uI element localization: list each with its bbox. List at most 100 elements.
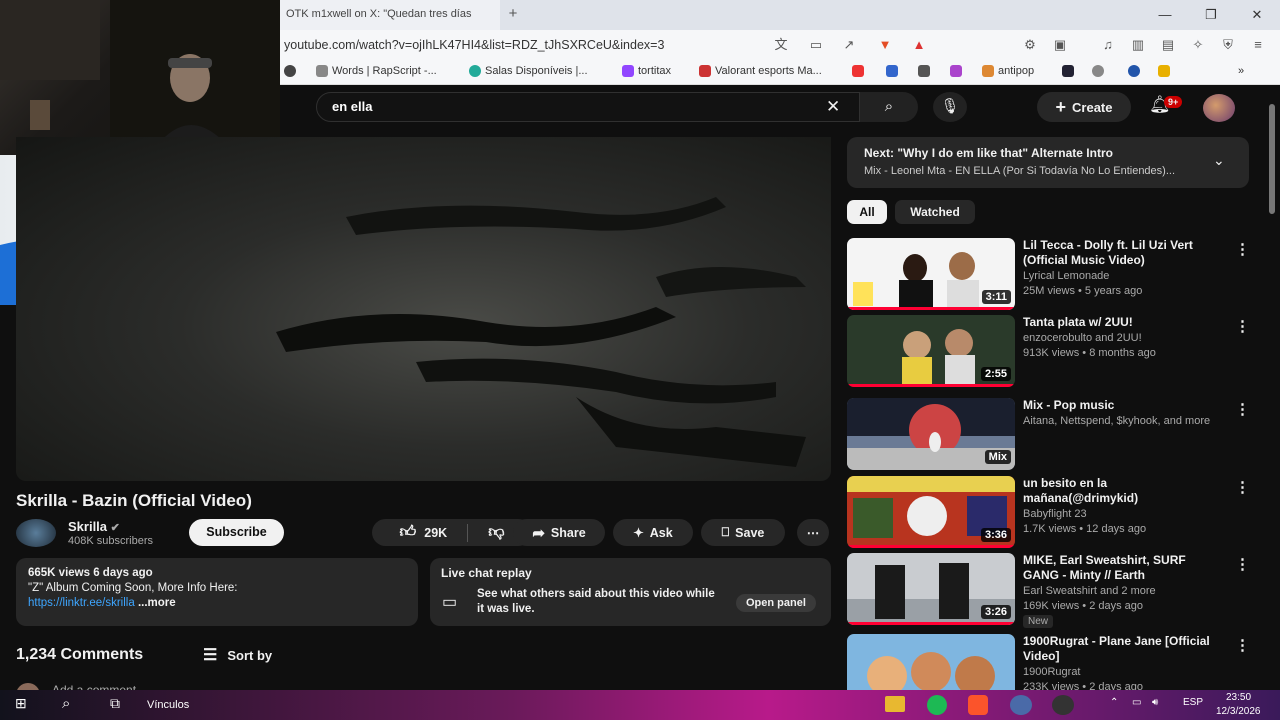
- recommendation-item[interactable]: 3:11 Lil Tecca - Dolly ft. Lil Uzi Vert …: [847, 238, 1267, 310]
- bookmark-icon-8[interactable]: [1158, 65, 1170, 77]
- browser-tab[interactable]: OTK m1xwell on X: "Quedan tres días: [280, 0, 500, 30]
- search-icon[interactable]: ⌕: [860, 92, 918, 122]
- media-icon[interactable]: ♫: [1100, 37, 1116, 53]
- more-options-icon[interactable]: ⋮: [1235, 240, 1250, 258]
- video-thumbnail[interactable]: 3:26: [847, 553, 1015, 625]
- network-icon[interactable]: ▭: [1132, 697, 1141, 708]
- sort-by-button[interactable]: ☰ Sort by: [203, 645, 272, 665]
- file-explorer-icon[interactable]: [885, 696, 905, 712]
- share-button[interactable]: ➦ Share: [513, 519, 605, 546]
- bookmark-tortitax[interactable]: tortitax: [622, 65, 671, 77]
- video-thumbnail[interactable]: 3:36: [847, 476, 1015, 548]
- create-button[interactable]: + Create: [1037, 92, 1131, 122]
- bookmark-icon-3[interactable]: [918, 65, 930, 77]
- share-page-icon[interactable]: ↗: [841, 37, 857, 53]
- cast-icon[interactable]: ▭: [808, 37, 824, 53]
- app-icon-1[interactable]: [1010, 695, 1032, 715]
- bookmark-valorant[interactable]: Valorant esports Ma...: [699, 65, 822, 77]
- rec-title[interactable]: Tanta plata w/ 2UU!: [1023, 315, 1223, 330]
- translate-icon[interactable]: 文: [773, 37, 789, 53]
- rec-channel[interactable]: Aitana, Nettspend, $kyhook, and more: [1023, 415, 1210, 427]
- search-input-box[interactable]: [316, 92, 860, 122]
- more-link[interactable]: ...more: [138, 597, 176, 609]
- bookmark-antipop[interactable]: antipop: [982, 65, 1034, 77]
- more-actions-icon[interactable]: ⋯: [797, 519, 829, 546]
- search-taskbar-icon[interactable]: ⌕: [62, 695, 70, 712]
- extensions-icon[interactable]: ⚙: [1022, 37, 1038, 53]
- up-next-panel[interactable]: Next: "Why I do em like that" Alternate …: [847, 137, 1249, 188]
- close-window-icon[interactable]: ✕: [1248, 6, 1266, 24]
- minimize-icon[interactable]: —: [1156, 6, 1174, 24]
- screenshot-icon[interactable]: ▣: [1052, 37, 1068, 53]
- bookmark-rapscript[interactable]: Words | RapScript -...: [316, 65, 437, 77]
- bookmark-icon-5[interactable]: [1062, 65, 1074, 77]
- bookmark-icon-4[interactable]: [950, 65, 962, 77]
- more-bookmarks-icon[interactable]: »: [1238, 65, 1244, 77]
- brave-rewards-icon[interactable]: ▲: [911, 37, 927, 53]
- mic-icon[interactable]: 🎙︎: [933, 92, 967, 122]
- search-input[interactable]: en ella: [332, 99, 372, 114]
- subscribe-button[interactable]: Subscribe: [189, 519, 284, 546]
- rec-channel[interactable]: Earl Sweatshirt and 2 more: [1023, 585, 1156, 597]
- more-options-icon[interactable]: ⋮: [1235, 400, 1250, 418]
- video-player[interactable]: [16, 137, 831, 481]
- menu-icon[interactable]: ≡: [1250, 37, 1266, 53]
- rec-channel[interactable]: Lyrical Lemonade: [1023, 270, 1109, 282]
- bookmark-icon-2[interactable]: [886, 65, 898, 77]
- rec-title[interactable]: MIKE, Earl Sweatshirt, SURF GANG - Minty…: [1023, 553, 1223, 583]
- rec-channel[interactable]: 1900Rugrat: [1023, 666, 1081, 678]
- brave-icon[interactable]: [968, 695, 988, 715]
- recommendation-item[interactable]: 2:55 Tanta plata w/ 2UU! enzocerobulto a…: [847, 315, 1267, 387]
- spotify-icon[interactable]: [927, 695, 947, 715]
- recommendation-item[interactable]: 3:26 MIKE, Earl Sweatshirt, SURF GANG - …: [847, 553, 1267, 628]
- like-button[interactable]: 👍︎ 29K: [400, 523, 448, 542]
- rec-channel[interactable]: Babyflight 23: [1023, 508, 1087, 520]
- more-options-icon[interactable]: ⋮: [1235, 636, 1250, 654]
- sidebar-icon[interactable]: ▥: [1130, 37, 1146, 53]
- avatar[interactable]: [1203, 94, 1235, 122]
- video-thumbnail[interactable]: [847, 634, 1015, 690]
- chip-watched[interactable]: Watched: [895, 200, 975, 224]
- vpn-icon[interactable]: ⛨: [1220, 37, 1236, 53]
- restore-icon[interactable]: ❐: [1202, 6, 1220, 24]
- chip-all[interactable]: All: [847, 200, 887, 224]
- rec-title[interactable]: Lil Tecca - Dolly ft. Lil Uzi Vert (Offi…: [1023, 238, 1223, 268]
- scrollbar-thumb[interactable]: [1269, 104, 1275, 214]
- bookmark-icon-1[interactable]: [852, 65, 864, 77]
- clock-date[interactable]: 12/3/2026: [1216, 706, 1261, 717]
- rec-title[interactable]: 1900Rugrat - Plane Jane [Official Video]: [1023, 634, 1223, 664]
- recommendation-item[interactable]: 1900Rugrat - Plane Jane [Official Video]…: [847, 634, 1267, 690]
- bookmark-salas[interactable]: Salas Disponíveis |...: [469, 65, 588, 77]
- description-box[interactable]: 665K views 6 days ago "Z" Album Coming S…: [16, 558, 418, 626]
- save-button[interactable]: ⎕ Save: [701, 519, 785, 546]
- bookmark-icon-6[interactable]: [1092, 65, 1104, 77]
- chevron-down-icon[interactable]: ⌄: [1213, 152, 1225, 169]
- video-thumbnail[interactable]: 2:55: [847, 315, 1015, 387]
- dislike-button[interactable]: 👎︎: [488, 523, 504, 542]
- clear-search-icon[interactable]: ✕: [826, 97, 840, 117]
- rec-title[interactable]: Mix - Pop music: [1023, 398, 1223, 413]
- bookmark-globe-icon[interactable]: [284, 65, 296, 77]
- video-thumbnail[interactable]: 3:11: [847, 238, 1015, 310]
- leo-ai-icon[interactable]: ✧: [1190, 37, 1206, 53]
- more-options-icon[interactable]: ⋮: [1235, 555, 1250, 573]
- vinculos-toolbar[interactable]: Vínculos: [147, 699, 189, 711]
- new-tab-button[interactable]: +: [505, 6, 521, 22]
- channel-name[interactable]: Skrilla ✔: [68, 519, 120, 534]
- address-bar[interactable]: youtube.com/watch?v=ojIhLK47HI4&list=RDZ…: [284, 38, 664, 52]
- task-view-icon[interactable]: ⧉: [110, 695, 120, 712]
- tray-chevron-icon[interactable]: ⌃: [1110, 697, 1118, 708]
- windows-start-icon[interactable]: ⊞: [15, 695, 27, 712]
- more-options-icon[interactable]: ⋮: [1235, 317, 1250, 335]
- clock-time[interactable]: 23:50: [1226, 692, 1251, 703]
- obs-icon[interactable]: [1052, 695, 1074, 715]
- rec-channel[interactable]: enzocerobulto and 2UU!: [1023, 332, 1142, 344]
- volume-icon[interactable]: 🔊︎: [1152, 697, 1158, 708]
- recommendation-item[interactable]: Mix Mix - Pop music Aitana, Nettspend, $…: [847, 398, 1267, 470]
- rec-title[interactable]: un besito en la mañana(@drimykid): [1023, 476, 1223, 506]
- ask-button[interactable]: ✦ Ask: [613, 519, 693, 546]
- open-panel-button[interactable]: Open panel: [736, 594, 816, 612]
- bookmark-icon-7[interactable]: [1128, 65, 1140, 77]
- channel-avatar[interactable]: [16, 519, 56, 547]
- language-indicator[interactable]: ESP: [1183, 697, 1203, 708]
